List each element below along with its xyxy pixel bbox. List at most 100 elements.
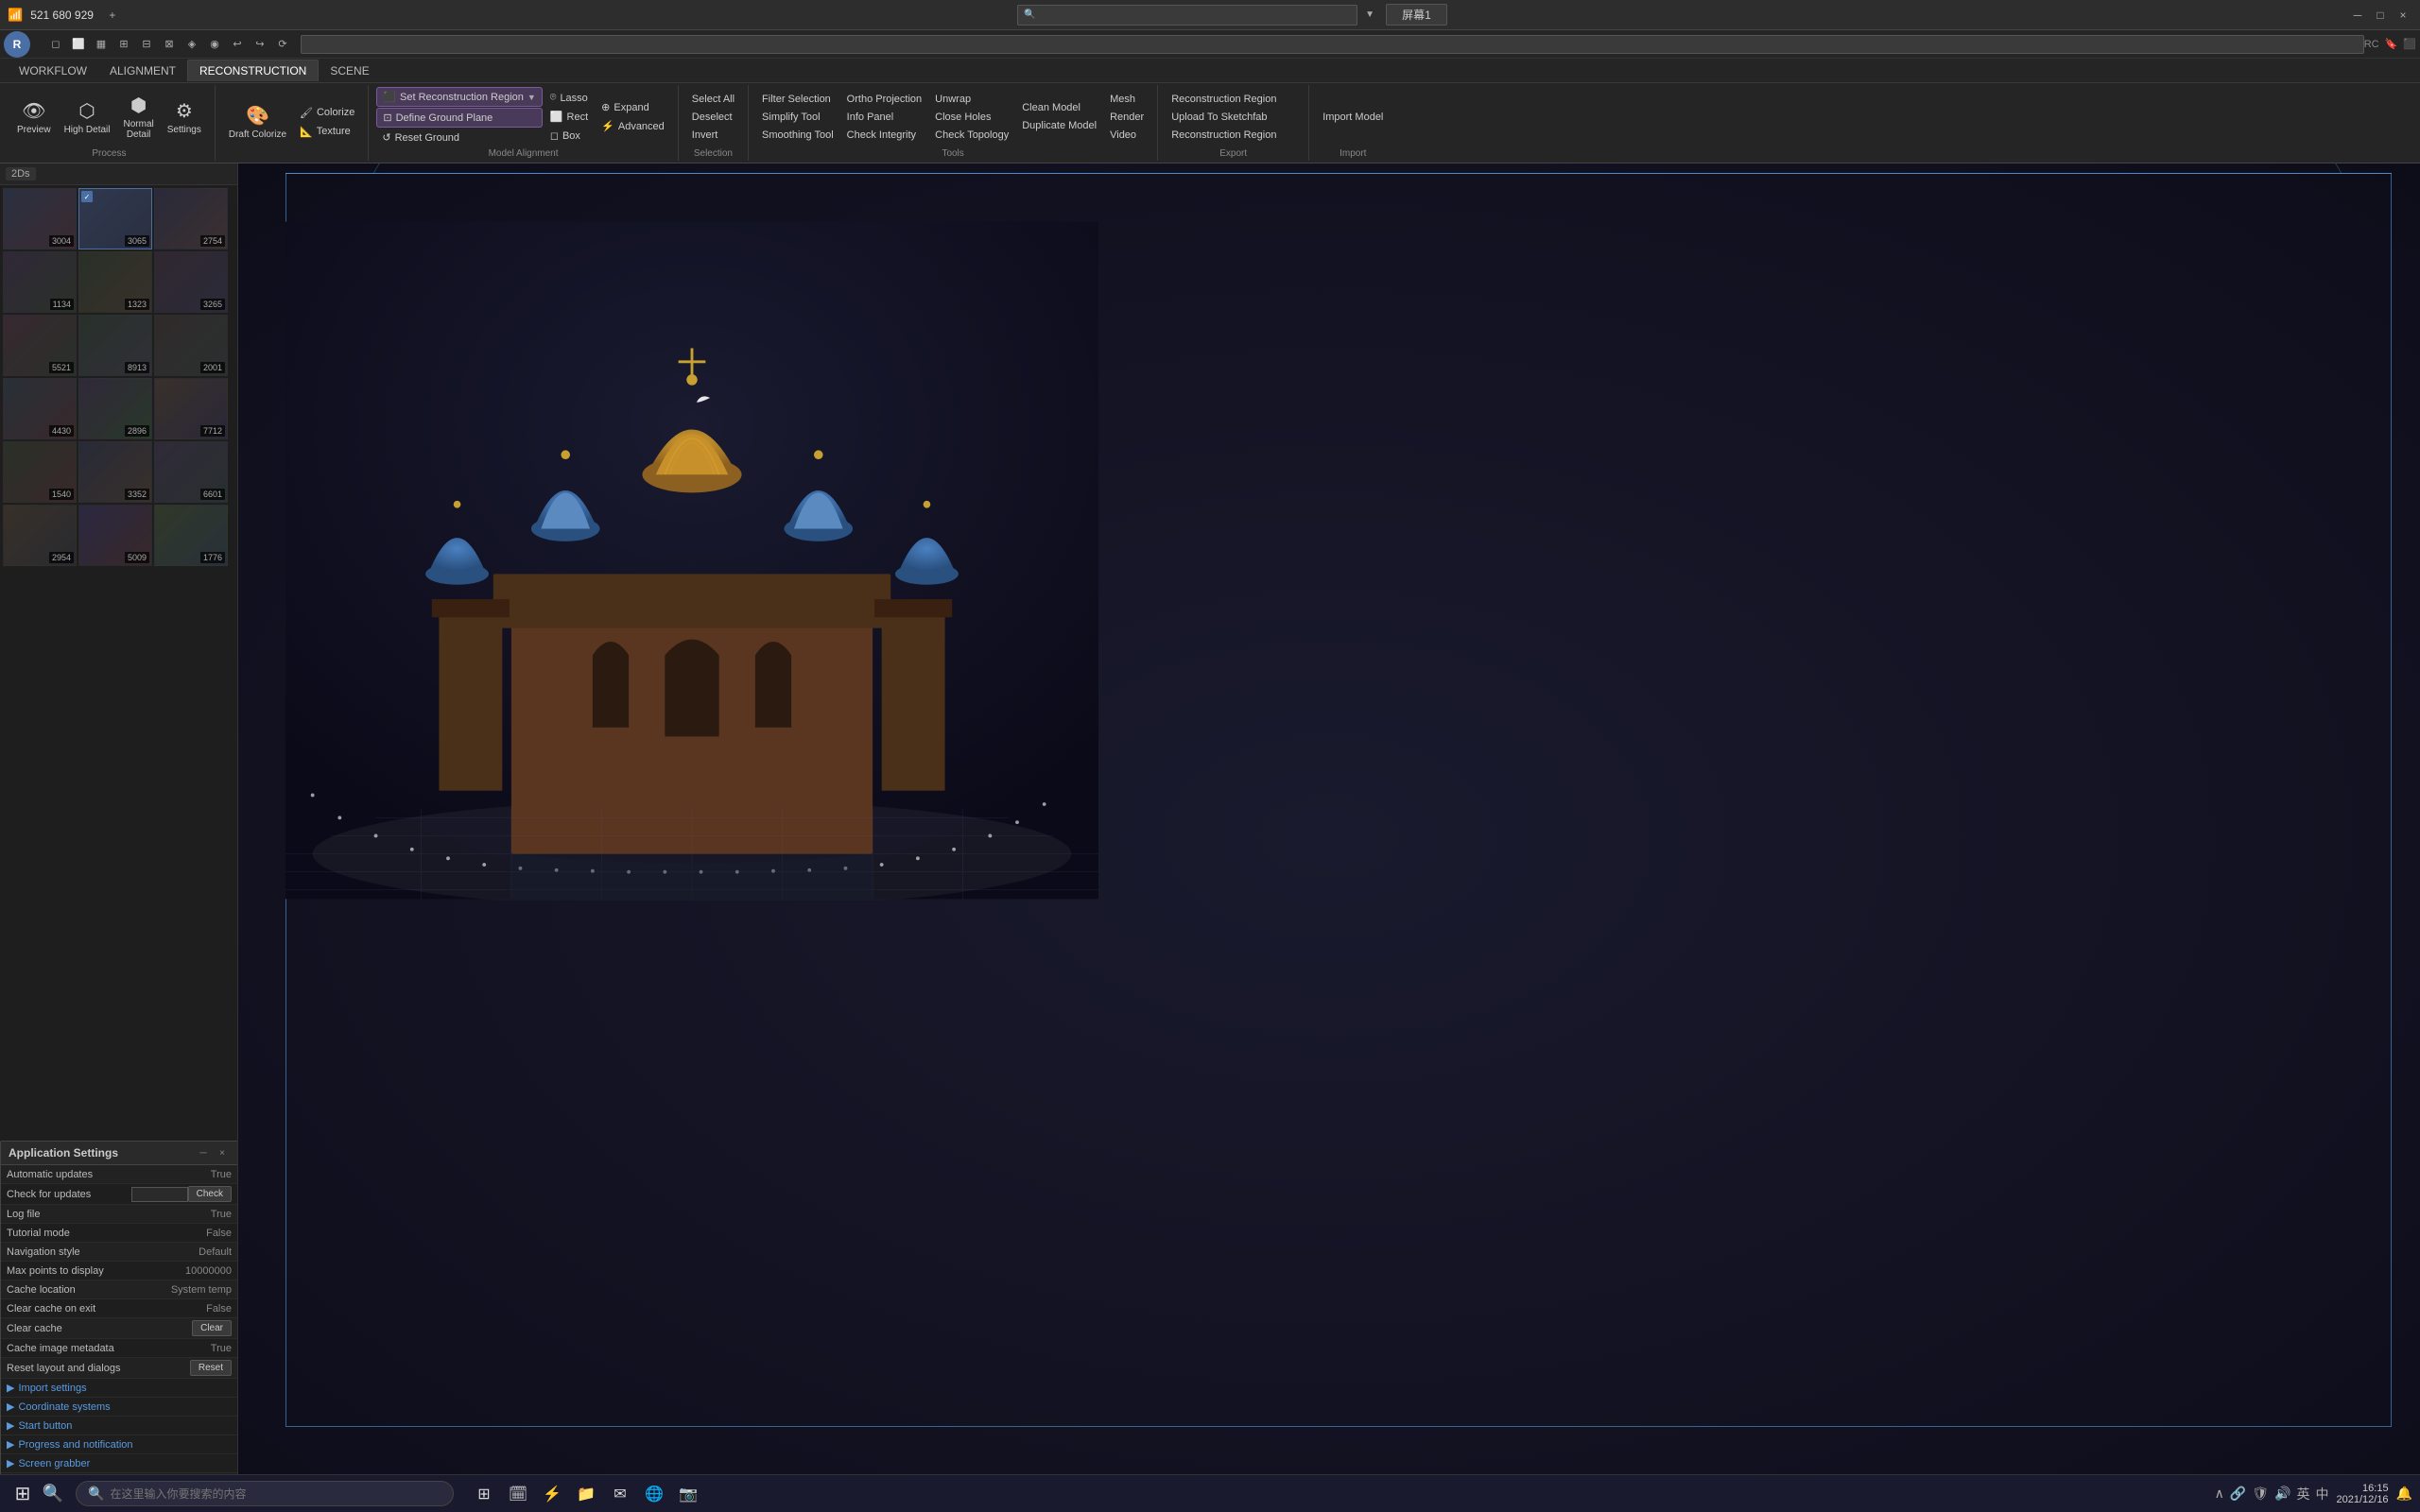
reconstruction-region2-button[interactable]: Reconstruction Region <box>1166 127 1282 144</box>
volume-icon[interactable]: 🔊 <box>2274 1486 2290 1502</box>
reconstruction-region-export-button[interactable]: Reconstruction Region <box>1166 91 1282 108</box>
toolbar-btn-9[interactable]: ⟳ <box>272 34 293 55</box>
check-updates-button[interactable]: Check <box>188 1186 232 1202</box>
filter-selection-button[interactable]: Filter Selection <box>756 91 839 108</box>
simplify-tool-button[interactable]: Simplify Tool <box>756 109 839 126</box>
ime-icon[interactable]: 中 <box>2316 1485 2329 1503</box>
maximize-button[interactable]: □ <box>2371 6 2390 25</box>
clean-model-button[interactable]: Clean Model <box>1016 99 1102 116</box>
coordinate-systems-section[interactable]: ▶ Coordinate systems <box>1 1398 237 1417</box>
start-button[interactable]: ⊞ <box>8 1479 38 1509</box>
deselect-button[interactable]: Deselect <box>686 109 740 126</box>
check-updates-input[interactable] <box>131 1187 188 1202</box>
expand-button[interactable]: ⊕ Expand <box>596 98 670 116</box>
list-item[interactable]: ✓ 3065 <box>78 188 152 249</box>
high-detail-button[interactable]: ⬡ High Detail <box>59 95 116 139</box>
toolbar-btn-6[interactable]: ⊠ <box>159 34 180 55</box>
list-item[interactable]: 3352 <box>78 441 152 503</box>
reset-layout-button[interactable]: Reset <box>190 1360 232 1376</box>
shield-icon[interactable]: 🛡 <box>2252 1486 2269 1502</box>
list-item[interactable]: 1134 <box>3 251 77 313</box>
screen-tab[interactable]: 屏幕1 <box>1386 4 1447 26</box>
rect-button[interactable]: ⬜ Rect <box>544 108 594 126</box>
list-item[interactable]: 5521 <box>3 315 77 376</box>
toolbar-btn-2[interactable]: ⬜ <box>68 34 89 55</box>
set-reconstruction-region-button[interactable]: ⬛ Set Reconstruction Region ▼ <box>376 87 542 107</box>
dropdown-arrow-icon[interactable]: ▼ <box>1365 9 1374 20</box>
taskbar-app6[interactable]: 📷 <box>673 1479 703 1509</box>
check-integrity-button[interactable]: Check Integrity <box>841 127 927 144</box>
import-settings-section[interactable]: ▶ Import settings <box>1 1379 237 1398</box>
smoothing-tool-button[interactable]: Smoothing Tool <box>756 127 839 144</box>
redo-btn[interactable]: ↪ <box>250 34 270 55</box>
texture-button[interactable]: 📐 Texture <box>294 123 360 141</box>
screen-grabber-section[interactable]: ▶ Screen grabber <box>1 1454 237 1473</box>
colorize-button[interactable]: 🖌 Colorize <box>294 104 360 122</box>
tab-scene[interactable]: SCENE <box>319 60 380 81</box>
list-item[interactable]: 7712 <box>154 378 228 439</box>
toolbar-btn-5[interactable]: ⊟ <box>136 34 157 55</box>
progress-section[interactable]: ▶ Progress and notification <box>1 1435 237 1454</box>
list-item[interactable]: 2754 <box>154 188 228 249</box>
reset-ground-button[interactable]: ↺ Reset Ground <box>376 129 542 146</box>
task-view-button[interactable]: ⊞ <box>469 1479 499 1509</box>
list-item[interactable]: 2001 <box>154 315 228 376</box>
network-icon[interactable]: 🔗 <box>2230 1486 2246 1502</box>
taskbar-app1[interactable]: 🗓 <box>503 1479 533 1509</box>
video-button[interactable]: Video <box>1104 127 1150 144</box>
draft-colorize-button[interactable]: 🎨 Draft Colorize <box>223 100 292 144</box>
list-item[interactable]: 2954 <box>3 505 77 566</box>
minimize-button[interactable]: ─ <box>2348 6 2367 25</box>
toolbar-btn-3[interactable]: ▦ <box>91 34 112 55</box>
taskbar-search-input[interactable] <box>110 1487 441 1501</box>
viewport[interactable]: 2Ds 3D <box>238 163 2420 1512</box>
taskbar-app3[interactable]: 📁 <box>571 1479 601 1509</box>
new-tab-button[interactable]: + <box>101 4 124 26</box>
list-item[interactable]: 5009 DSC_0152.JPG 1936x1296 focal: 45.00… <box>78 505 152 566</box>
tab-workflow[interactable]: WORKFLOW <box>8 60 98 81</box>
list-item[interactable]: 1323 <box>78 251 152 313</box>
invert-button[interactable]: Invert <box>686 127 740 144</box>
check-topology-button[interactable]: Check Topology <box>929 127 1014 144</box>
import-model-button[interactable]: Import Model <box>1317 109 1389 126</box>
close-button[interactable]: × <box>2394 6 2412 25</box>
unwrap-button[interactable]: Unwrap <box>929 91 1014 108</box>
define-ground-plane-button[interactable]: ⊡ Define Ground Plane <box>376 108 542 128</box>
toolbar-btn-1[interactable]: ◻ <box>45 34 66 55</box>
list-item[interactable]: 3004 <box>3 188 77 249</box>
lasso-button[interactable]: ⌾ Lasso <box>544 89 594 107</box>
render-button[interactable]: Render <box>1104 109 1150 126</box>
mesh-button[interactable]: Mesh <box>1104 91 1150 108</box>
duplicate-model-button[interactable]: Duplicate Model <box>1016 117 1102 134</box>
list-item[interactable]: 2896 <box>78 378 152 439</box>
settings-close[interactable]: × <box>215 1145 230 1160</box>
start-button-section[interactable]: ▶ Start button <box>1 1417 237 1435</box>
list-item[interactable]: 1776 <box>154 505 228 566</box>
settings-minimize[interactable]: ─ <box>196 1145 211 1160</box>
list-item[interactable]: 8913 <box>78 315 152 376</box>
select-all-button[interactable]: Select All <box>686 91 740 108</box>
taskbar-search[interactable]: 🔍 <box>76 1481 454 1506</box>
list-item[interactable]: 4430 <box>3 378 77 439</box>
list-item[interactable]: 6601 <box>154 441 228 503</box>
toolbar-btn-7[interactable]: ◈ <box>182 34 202 55</box>
close-holes-button[interactable]: Close Holes <box>929 109 1014 126</box>
list-item[interactable]: 1540 <box>3 441 77 503</box>
chevron-up-icon[interactable]: ∧ <box>2215 1486 2224 1502</box>
tab-reconstruction[interactable]: RECONSTRUCTION <box>187 60 319 81</box>
ortho-projection-button[interactable]: Ortho Projection <box>841 91 927 108</box>
normal-detail-button[interactable]: ⬢ NormalDetail <box>118 90 160 144</box>
undo-btn[interactable]: ↩ <box>227 34 248 55</box>
notification-icon[interactable]: 🔔 <box>2396 1486 2412 1502</box>
info-panel-button[interactable]: Info Panel <box>841 109 927 126</box>
lang-icon[interactable]: 英 <box>2297 1485 2310 1503</box>
toolbar-btn-4[interactable]: ⊞ <box>113 34 134 55</box>
taskbar-app4[interactable]: ✉ <box>605 1479 635 1509</box>
box-button[interactable]: ◻ Box <box>544 127 594 145</box>
taskbar-app2[interactable]: ⚡ <box>537 1479 567 1509</box>
preview-button[interactable]: 👁 Preview <box>11 95 57 139</box>
upload-sketchfab-button[interactable]: Upload To Sketchfab <box>1166 109 1282 126</box>
search-button[interactable]: 🔍 <box>38 1479 68 1509</box>
taskbar-app5[interactable]: 🌐 <box>639 1479 669 1509</box>
advanced-button[interactable]: ⚡ Advanced <box>596 117 670 135</box>
